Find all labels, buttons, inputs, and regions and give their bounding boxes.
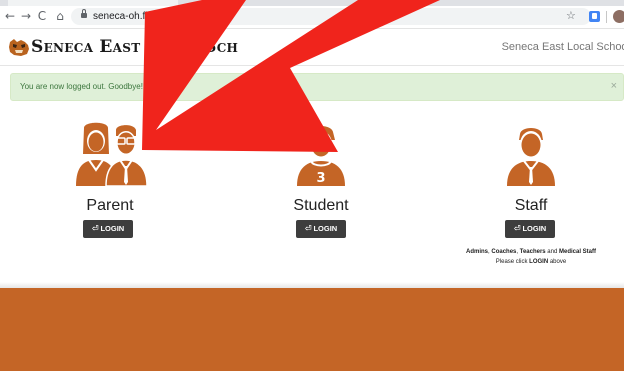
parent-couple-icon [76,122,148,187]
address-bar-url[interactable]: seneca-oh.finalforms.com [93,10,208,23]
login-icon: ⏎ [304,224,312,233]
staff-note: Admins, Coaches, Teachers and Medical St… [401,247,624,267]
staff-icon [507,128,555,186]
staff-login-label: LOGIN [522,224,547,233]
footer-band [0,288,624,371]
parent-login-button[interactable]: ⏎ LOGIN [83,220,133,238]
toolbar-divider [606,11,607,23]
site-title[interactable]: Seneca East Local Sch [31,37,238,57]
parent-label: Parent [86,197,134,214]
home-icon[interactable]: ⌂ [53,9,67,23]
reload-icon[interactable]: C [35,9,49,23]
staff-label: Staff [514,197,548,214]
address-bar[interactable]: seneca-oh.finalforms.com [71,8,591,25]
staff-login-button[interactable]: ⏎ LOGIN [505,220,555,238]
school-mascot-logo[interactable] [8,39,30,56]
staff-role-card: Staff ⏎ LOGIN Admins, Coaches, Teachers a… [451,122,611,265]
alert-message: You are now logged out. Goodbye! [20,82,143,91]
forward-icon[interactable]: → [19,9,33,23]
student-login-label: LOGIN [313,224,338,233]
lock-icon[interactable] [81,9,87,19]
student-role-card: 3 Student ⏎ LOGIN [241,122,401,238]
student-label: Student [293,197,349,214]
parent-role-card: Parent ⏎ LOGIN [30,122,190,238]
login-icon: ⏎ [91,224,99,233]
staff-note-line2: Please click LOGIN above [495,259,567,265]
profile-avatar[interactable] [613,10,624,23]
student-login-button[interactable]: ⏎ LOGIN [296,220,346,238]
back-icon[interactable]: ← [3,9,17,23]
browser-toolbar: ← → C ⌂ seneca-oh.finalforms.com ☆ [0,6,624,29]
site-header: Seneca East Local Sch Seneca East Local … [0,29,624,66]
logout-alert: You are now logged out. Goodbye! × [10,73,624,101]
extension-icon[interactable] [589,11,600,22]
alert-close-button[interactable]: × [611,80,617,93]
login-icon: ⏎ [513,224,521,233]
student-icon: 3 [297,126,345,186]
bookmark-star-icon[interactable]: ☆ [566,9,576,22]
parent-login-label: LOGIN [100,224,125,233]
header-school-name: Seneca East Local School [501,41,624,53]
staff-note-line1: Admins, Coaches, Teachers and Medical St… [466,249,596,255]
jersey-number: 3 [316,171,325,186]
